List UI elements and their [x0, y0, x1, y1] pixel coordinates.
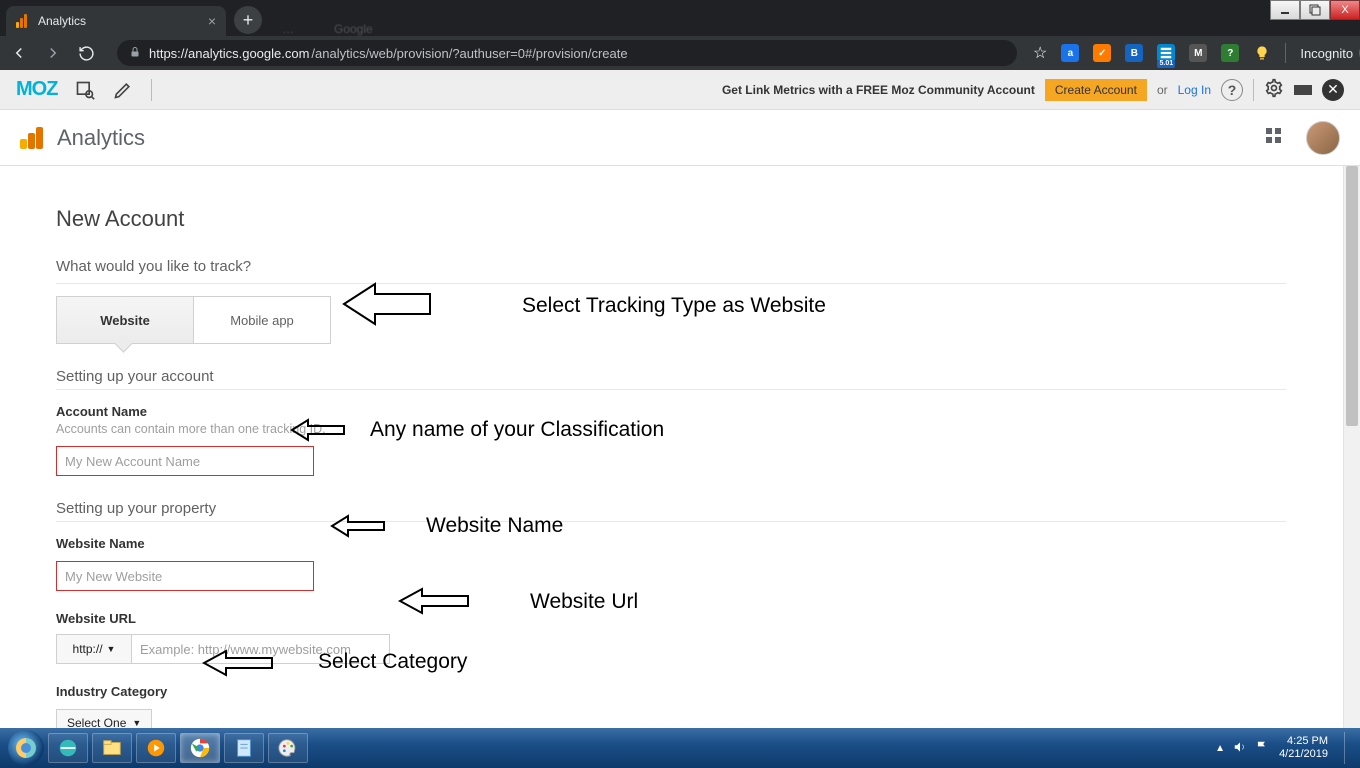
browser-toolbar: https://analytics.google.com/analytics/w…: [0, 36, 1360, 70]
tab-mobile-app[interactable]: Mobile app: [193, 297, 330, 343]
website-url-label: Website URL: [56, 611, 1343, 626]
annotation-text: Website Url: [530, 590, 638, 614]
taskbar-app-explorer[interactable]: [92, 733, 132, 763]
url-path: /analytics/web/provision/?authuser=0#/pr…: [311, 46, 627, 61]
arrow-left-icon: [342, 279, 432, 329]
moz-inspect-icon[interactable]: [75, 80, 95, 100]
scrollbar-thumb[interactable]: [1346, 166, 1358, 426]
windows-taskbar: ▲ 4:25 PM 4/21/2019: [0, 728, 1360, 768]
tray-volume-icon[interactable]: [1233, 740, 1247, 757]
moz-create-account-button[interactable]: Create Account: [1045, 79, 1147, 101]
protocol-select[interactable]: http://▼: [56, 634, 132, 664]
new-tab-button[interactable]: +: [234, 6, 262, 34]
account-name-hint: Accounts can contain more than one track…: [56, 422, 1343, 436]
page-heading: New Account: [56, 206, 1343, 232]
section-setup-property: Setting up your property: [56, 500, 1343, 517]
website-name-label: Website Name: [56, 536, 1343, 551]
show-desktop-button[interactable]: [1344, 732, 1352, 764]
annotation-text: Any name of your Classification: [370, 418, 664, 442]
section-setup-account: Setting up your account: [56, 368, 1343, 385]
moz-highlight-icon[interactable]: [113, 80, 133, 100]
moz-message: Get Link Metrics with a FREE Moz Communi…: [722, 83, 1035, 97]
scrollbar[interactable]: [1343, 166, 1360, 728]
account-name-label: Account Name: [56, 404, 1343, 419]
taskbar-app-media[interactable]: [136, 733, 176, 763]
incognito-label: Incognito: [1300, 46, 1353, 61]
divider: [56, 389, 1286, 390]
moz-login-link[interactable]: Log In: [1178, 83, 1211, 97]
analytics-logo-icon: [20, 127, 43, 149]
chevron-down-icon: ▼: [132, 718, 141, 728]
separator: [1253, 79, 1254, 101]
extension-icon[interactable]: a: [1061, 44, 1079, 62]
reload-button[interactable]: [78, 45, 95, 62]
separator: [151, 79, 152, 101]
arrow-left-icon: [202, 648, 274, 678]
taskbar-app-chrome[interactable]: [180, 733, 220, 763]
taskbar-date: 4/21/2019: [1279, 748, 1328, 761]
annotation-text: Select Tracking Type as Website: [522, 294, 826, 318]
industry-category-label: Industry Category: [56, 684, 1343, 699]
moz-settings-icon[interactable]: [1264, 78, 1284, 101]
analytics-header: Analytics: [0, 110, 1360, 166]
window-minimize-button[interactable]: [1270, 0, 1300, 20]
taskbar-time: 4:25 PM: [1279, 735, 1328, 748]
moz-toolbar: MOZ Get Link Metrics with a FREE Moz Com…: [0, 70, 1360, 110]
analytics-product-label: Analytics: [57, 125, 145, 151]
address-bar[interactable]: https://analytics.google.com/analytics/w…: [117, 40, 1017, 66]
start-button[interactable]: [8, 730, 44, 766]
window-maximize-button[interactable]: [1300, 0, 1330, 20]
arrow-left-icon: [290, 418, 346, 442]
industry-category-select[interactable]: Select One▼: [56, 709, 152, 728]
divider: [56, 283, 1286, 284]
account-name-input[interactable]: [56, 446, 314, 476]
divider: [56, 521, 1286, 522]
lock-icon: [129, 46, 141, 61]
analytics-favicon-icon: [16, 14, 30, 28]
user-avatar[interactable]: [1306, 121, 1340, 155]
tray-flag-icon[interactable]: [1255, 740, 1269, 757]
track-question: What would you like to track?: [56, 258, 1343, 275]
window-close-button[interactable]: X: [1330, 0, 1360, 20]
annotation-text: Select Category: [318, 650, 467, 674]
taskbar-app-paint[interactable]: [268, 733, 308, 763]
bookmark-star-icon[interactable]: ☆: [1033, 43, 1047, 63]
moz-or: or: [1157, 83, 1168, 97]
chevron-down-icon: ▼: [107, 644, 116, 654]
tracking-type-toggle: Website Mobile app: [56, 296, 331, 344]
browser-tab-bar: Analytics × + … Google: [0, 0, 1360, 36]
browser-tab-active[interactable]: Analytics ×: [6, 6, 226, 36]
moz-minimize-icon[interactable]: [1294, 85, 1312, 95]
tab-website[interactable]: Website: [57, 297, 193, 343]
extension-gmail-icon[interactable]: M: [1189, 44, 1207, 62]
extension-icon[interactable]: B: [1125, 44, 1143, 62]
taskbar-clock[interactable]: 4:25 PM 4/21/2019: [1279, 735, 1334, 761]
taskbar-app-ie[interactable]: [48, 733, 88, 763]
incognito-indicator: Incognito: [1300, 43, 1360, 63]
tray-show-hidden-icon[interactable]: ▲: [1215, 743, 1225, 754]
extension-bulb-icon[interactable]: [1253, 44, 1271, 62]
moz-logo: MOZ: [16, 78, 57, 101]
forward-button[interactable]: [44, 44, 62, 62]
extension-icon[interactable]: ?: [1221, 44, 1239, 62]
tab-title: Analytics: [38, 14, 86, 28]
website-name-input[interactable]: [56, 561, 314, 591]
background-tabs: … Google: [282, 22, 373, 36]
apps-grid-icon[interactable]: [1266, 128, 1286, 148]
taskbar-app-notepad[interactable]: [224, 733, 264, 763]
tab-close-icon[interactable]: ×: [208, 14, 216, 28]
moz-help-icon[interactable]: ?: [1221, 79, 1243, 101]
content-area: New Account What would you like to track…: [0, 166, 1343, 728]
extension-seo-icon[interactable]: 5.01: [1157, 44, 1175, 62]
extension-moz-icon[interactable]: ✓: [1093, 44, 1111, 62]
arrow-left-icon: [398, 586, 470, 616]
back-button[interactable]: [10, 44, 28, 62]
annotation-text: Website Name: [426, 514, 563, 538]
window-controls: X: [1270, 0, 1360, 20]
moz-close-icon[interactable]: ✕: [1322, 79, 1344, 101]
arrow-left-icon: [330, 514, 386, 538]
url-host: https://analytics.google.com: [149, 46, 309, 61]
